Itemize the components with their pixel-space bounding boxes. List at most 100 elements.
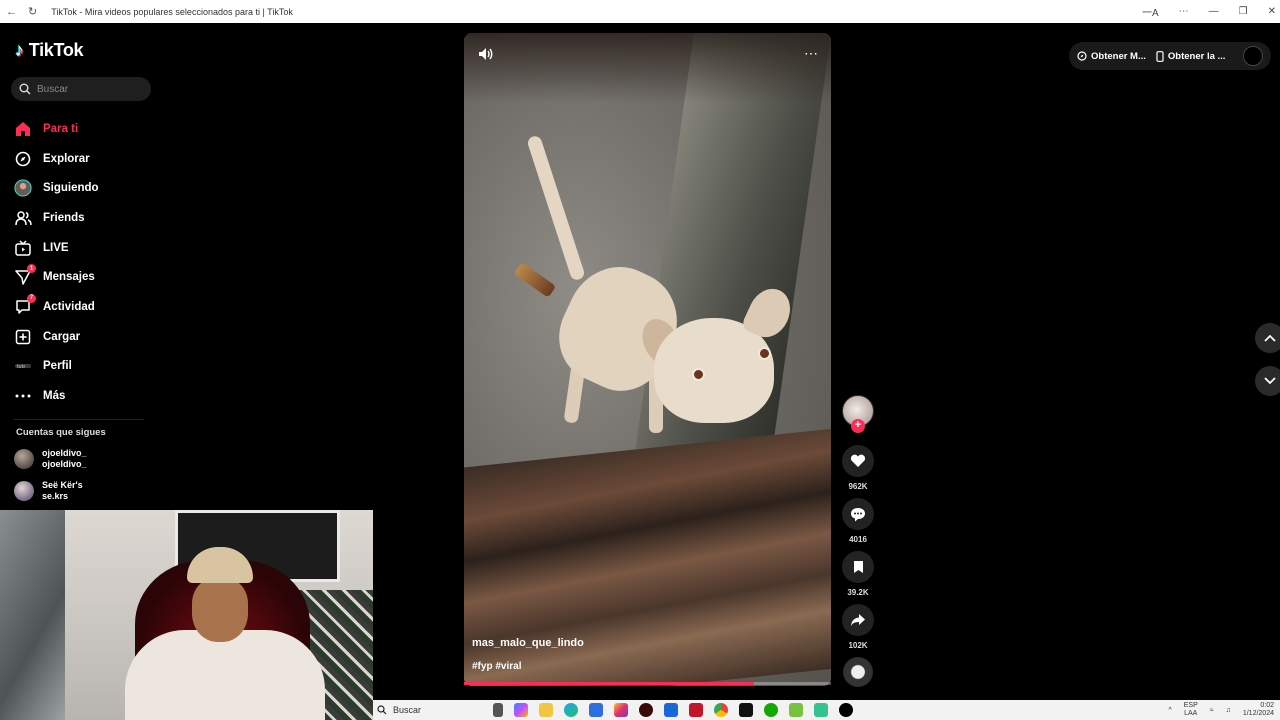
save-count: 39.2K xyxy=(847,588,869,597)
more-icon[interactable]: ⋯ xyxy=(1179,6,1189,17)
nav-item-live[interactable]: LIVE xyxy=(14,233,99,263)
compass-small-icon xyxy=(1077,51,1087,61)
nav-item-cargar[interactable]: Cargar xyxy=(14,322,99,352)
game-icon[interactable] xyxy=(814,703,828,717)
message-icon: 1 xyxy=(14,264,36,286)
nav-label: Mensajes xyxy=(43,271,95,284)
task-view-icon[interactable] xyxy=(493,703,503,717)
account-handle: ojoeldivo_ xyxy=(42,459,87,469)
video-more-icon[interactable]: ⋯ xyxy=(804,45,819,62)
webcam-person-body xyxy=(125,630,325,720)
language-indicator[interactable]: ESP LAA xyxy=(1184,702,1198,718)
save-button[interactable] xyxy=(842,551,874,583)
restore-icon[interactable]: ❐ xyxy=(1239,6,1248,17)
nav-item-explorar[interactable]: Explorar xyxy=(14,144,99,174)
video-dog-eye xyxy=(758,347,771,360)
account-name: Seë Kër's xyxy=(42,480,83,490)
nav-item-perfil[interactable]: tvtr Perfil xyxy=(14,352,99,382)
netflix-icon[interactable] xyxy=(739,703,753,717)
video-progress-bar[interactable] xyxy=(464,682,831,685)
get-mobile-app-button[interactable]: Obtener la ... xyxy=(1156,50,1226,62)
video-author[interactable]: mas_malo_que_lindo xyxy=(472,637,584,649)
utorrent-icon[interactable] xyxy=(789,703,803,717)
bookmark-icon xyxy=(853,561,863,573)
get-app-button[interactable]: Obtener M... xyxy=(1077,51,1146,62)
taskbar-search[interactable]: Buscar xyxy=(373,705,483,715)
minimize-icon[interactable]: — xyxy=(1209,6,1219,17)
nav-label: Actividad xyxy=(43,300,95,313)
nav-label: LIVE xyxy=(43,241,69,254)
clock-date: 1/12/2024 xyxy=(1242,710,1274,717)
store-icon[interactable] xyxy=(589,703,603,717)
search-icon xyxy=(377,705,387,715)
nav-label: Perfil xyxy=(43,360,72,373)
heart-icon xyxy=(850,454,866,467)
translate-icon[interactable]: 一A xyxy=(1142,4,1159,19)
nav-item-actividad[interactable]: 7 Actividad xyxy=(14,292,99,322)
volume-icon[interactable] xyxy=(478,47,494,66)
like-button[interactable] xyxy=(842,445,874,477)
user-avatar[interactable] xyxy=(1243,46,1263,66)
speaker-icon[interactable]: ♫ xyxy=(1226,707,1231,714)
nav-item-mensajes[interactable]: 1 Mensajes xyxy=(14,262,99,292)
taskbar-apps xyxy=(493,703,853,717)
wifi-icon[interactable]: ≈ xyxy=(1210,707,1214,714)
tiktok-logo[interactable]: ♪ TikTok xyxy=(15,40,84,61)
account-name: ojoeldivo_ xyxy=(42,448,87,458)
copilot-icon[interactable] xyxy=(514,703,528,717)
nav-label: Cargar xyxy=(43,330,81,343)
comment-count: 4016 xyxy=(849,535,867,544)
nav-item-siguiendo[interactable]: Siguiendo xyxy=(14,173,99,203)
upwork-icon[interactable] xyxy=(764,703,778,717)
followed-account[interactable]: ojoeldivo_ ojoeldivo_ xyxy=(14,448,87,470)
comment-button[interactable] xyxy=(842,498,874,530)
next-video-button[interactable] xyxy=(1255,366,1280,396)
close-icon[interactable]: ✕ xyxy=(1268,6,1276,17)
activity-icon: 7 xyxy=(14,293,36,316)
get-mobile-app-label: Obtener la ... xyxy=(1167,50,1226,62)
video-progress-fill xyxy=(464,682,754,685)
nav-item-para-ti[interactable]: Para ti xyxy=(14,114,99,144)
clock[interactable]: 0:02 1/12/2024 xyxy=(1243,702,1274,718)
edge-icon[interactable] xyxy=(564,703,578,717)
record-icon[interactable] xyxy=(639,703,653,717)
get-app-label: Obtener M... xyxy=(1091,50,1146,62)
file-explorer-icon[interactable] xyxy=(539,703,553,717)
browser-title-bar: ← ↻ TikTok - Mira videos populares selec… xyxy=(0,0,1280,23)
nav-label: Explorar xyxy=(43,152,90,165)
avatar xyxy=(14,481,34,501)
follow-plus-icon[interactable]: + xyxy=(851,419,865,433)
webcam-mirror xyxy=(0,510,65,720)
nav-item-friends[interactable]: Friends xyxy=(14,203,99,233)
nav-label: Siguiendo xyxy=(43,182,99,195)
nav-item-mas[interactable]: Más xyxy=(14,381,99,411)
instagram-icon[interactable] xyxy=(614,703,628,717)
video-player[interactable]: ⋯ mas_malo_que_lindo #fyp #viral xyxy=(464,33,831,686)
video-hashtags[interactable]: #fyp #viral xyxy=(472,661,521,672)
share-button[interactable] xyxy=(842,604,874,636)
video-editor-icon[interactable] xyxy=(689,703,703,717)
tiktok-app-icon[interactable] xyxy=(839,703,853,717)
home-icon xyxy=(14,120,32,138)
language-line-2: LAA xyxy=(1184,710,1198,717)
chrome-icon[interactable] xyxy=(714,703,728,717)
video-dog-eye xyxy=(692,368,705,381)
avatar xyxy=(14,449,34,469)
followed-account[interactable]: Seë Kër's se.krs xyxy=(14,480,83,502)
svg-text:tvtr: tvtr xyxy=(17,364,25,369)
tray-chevron-icon[interactable]: ^ xyxy=(1168,707,1171,714)
shield-icon[interactable] xyxy=(664,703,678,717)
search-box[interactable] xyxy=(11,77,151,101)
music-disc-icon[interactable] xyxy=(843,657,873,687)
share-icon xyxy=(851,614,865,626)
account-names: ojoeldivo_ ojoeldivo_ xyxy=(42,448,87,470)
following-avatar-icon xyxy=(14,179,32,197)
phone-icon xyxy=(1156,50,1164,62)
browser-tab-title: TikTok - Mira videos populares seleccion… xyxy=(51,6,293,17)
previous-video-button[interactable] xyxy=(1255,323,1280,353)
search-input[interactable] xyxy=(37,83,137,95)
back-icon[interactable]: ← xyxy=(6,6,17,18)
like-count: 962K xyxy=(848,482,868,491)
refresh-icon[interactable]: ↻ xyxy=(28,5,37,18)
compass-icon xyxy=(14,150,32,168)
